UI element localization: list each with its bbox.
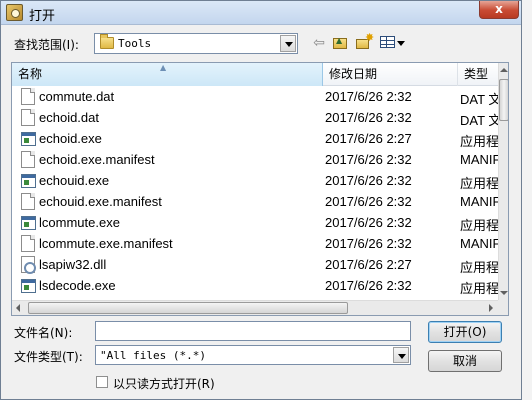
new-folder-icon[interactable]: ✸ xyxy=(355,31,374,51)
look-in-dropdown[interactable]: Tools xyxy=(94,33,298,54)
list-item[interactable]: lsdecode.exe 2017/6/26 2:32 应用程序 xyxy=(12,275,498,296)
file-type-value: "All files (*.*) xyxy=(100,349,206,362)
look-in-value: Tools xyxy=(118,37,152,50)
dialog-title: 打开 xyxy=(29,9,56,24)
file-rows: commute.dat 2017/6/26 2:32 DAT 文件 echoid… xyxy=(12,86,498,296)
list-header: 名称 ▲ 修改日期 类型 xyxy=(12,63,508,86)
list-item[interactable]: commute.dat 2017/6/26 2:32 DAT 文件 xyxy=(12,86,498,107)
document-icon xyxy=(21,88,35,105)
scroll-up-icon[interactable] xyxy=(499,63,508,77)
file-name: echouid.exe.manifest xyxy=(39,194,162,209)
open-file-dialog: 打开 x 查找范围(I): Tools ⇦ ✸ 名称 ▲ 修改日期 类型 com… xyxy=(0,0,522,400)
file-type: MANIFEST xyxy=(460,194,498,209)
read-only-label[interactable]: 以只读方式打开(R) xyxy=(113,375,215,392)
file-name-input[interactable] xyxy=(95,321,411,341)
up-folder-icon[interactable] xyxy=(331,33,349,51)
file-date: 2017/6/26 2:32 xyxy=(325,89,412,104)
column-header-type[interactable]: 类型 xyxy=(458,63,498,86)
file-type: DAT 文件 xyxy=(460,92,498,107)
file-name: lcommute.exe xyxy=(39,215,120,230)
file-type: MANIFEST xyxy=(460,152,498,167)
list-item[interactable]: echoid.exe.manifest 2017/6/26 2:32 MANIF… xyxy=(12,149,498,170)
column-header-name[interactable]: 名称 xyxy=(12,63,323,86)
folder-icon xyxy=(100,34,114,49)
vertical-scrollbar[interactable] xyxy=(498,63,508,300)
file-name: lcommute.exe.manifest xyxy=(39,236,173,251)
file-date: 2017/6/26 2:32 xyxy=(325,110,412,125)
file-name: lsapiw32.dll xyxy=(39,257,107,272)
view-menu-icon[interactable] xyxy=(379,33,407,51)
dll-icon xyxy=(21,256,36,274)
read-only-checkbox[interactable] xyxy=(96,376,108,388)
file-type-dropdown[interactable]: "All files (*.*) xyxy=(95,345,411,365)
list-item[interactable]: lsapiw32.dll 2017/6/26 2:27 应用程序扩展 xyxy=(12,254,498,275)
file-date: 2017/6/26 2:32 xyxy=(325,215,412,230)
application-icon xyxy=(21,132,36,146)
document-icon xyxy=(21,193,35,210)
file-type: DAT 文件 xyxy=(460,113,498,128)
file-name: echouid.exe xyxy=(39,173,110,188)
chevron-down-icon[interactable] xyxy=(393,347,409,363)
list-item[interactable]: lcommute.exe 2017/6/26 2:32 应用程序 xyxy=(12,212,498,233)
horizontal-scroll-thumb[interactable] xyxy=(28,302,348,314)
file-name: commute.dat xyxy=(39,89,115,104)
list-item[interactable]: echoid.dat 2017/6/26 2:32 DAT 文件 xyxy=(12,107,498,128)
file-list[interactable]: 名称 ▲ 修改日期 类型 commute.dat 2017/6/26 2:32 … xyxy=(11,62,509,316)
file-name: echoid.exe.manifest xyxy=(39,152,155,167)
file-type: 应用程序 xyxy=(460,281,498,296)
list-item[interactable]: lcommute.exe.manifest 2017/6/26 2:32 MAN… xyxy=(12,233,498,254)
file-name: lsdecode.exe xyxy=(39,278,116,293)
chevron-down-icon[interactable] xyxy=(280,35,296,52)
vertical-scroll-thumb[interactable] xyxy=(499,79,508,121)
file-name-label: 文件名(N): xyxy=(14,326,73,340)
file-type: 应用程序 xyxy=(460,134,498,149)
application-icon xyxy=(21,174,36,188)
app-icon xyxy=(6,4,23,21)
application-icon xyxy=(21,279,36,293)
document-icon xyxy=(21,151,35,168)
scrollbar-corner xyxy=(498,300,508,315)
back-arrow-icon[interactable]: ⇦ xyxy=(310,34,328,52)
file-date: 2017/6/26 2:32 xyxy=(325,236,412,251)
cancel-button[interactable]: 取消 xyxy=(428,350,502,372)
sort-ascending-icon: ▲ xyxy=(160,63,167,72)
document-icon xyxy=(21,109,35,126)
look-in-label: 查找范围(I): xyxy=(14,38,79,52)
column-header-date[interactable]: 修改日期 xyxy=(323,63,458,86)
list-item[interactable]: echoid.exe 2017/6/26 2:27 应用程序 xyxy=(12,128,498,149)
title-bar[interactable]: 打开 x xyxy=(1,1,521,25)
scroll-down-icon[interactable] xyxy=(499,286,508,300)
file-type: MANIFEST xyxy=(460,236,498,251)
close-button[interactable]: x xyxy=(479,1,519,19)
file-date: 2017/6/26 2:32 xyxy=(325,173,412,188)
horizontal-scrollbar[interactable] xyxy=(12,300,498,315)
application-icon xyxy=(21,216,36,230)
list-item[interactable]: echouid.exe 2017/6/26 2:32 应用程序 xyxy=(12,170,498,191)
file-date: 2017/6/26 2:27 xyxy=(325,257,412,272)
file-type: 应用程序 xyxy=(460,176,498,191)
file-type: 应用程序扩展 xyxy=(460,260,498,275)
file-date: 2017/6/26 2:27 xyxy=(325,131,412,146)
file-date: 2017/6/26 2:32 xyxy=(325,152,412,167)
open-button[interactable]: 打开(O) xyxy=(428,321,502,343)
file-type: 应用程序 xyxy=(460,218,498,233)
document-icon xyxy=(21,235,35,252)
file-date: 2017/6/26 2:32 xyxy=(325,278,412,293)
file-date: 2017/6/26 2:32 xyxy=(325,194,412,209)
scroll-right-icon[interactable] xyxy=(484,301,498,315)
file-name: echoid.dat xyxy=(39,110,99,125)
file-name: echoid.exe xyxy=(39,131,102,146)
scroll-left-icon[interactable] xyxy=(12,301,26,315)
file-type-label: 文件类型(T): xyxy=(14,350,83,364)
list-item[interactable]: echouid.exe.manifest 2017/6/26 2:32 MANI… xyxy=(12,191,498,212)
